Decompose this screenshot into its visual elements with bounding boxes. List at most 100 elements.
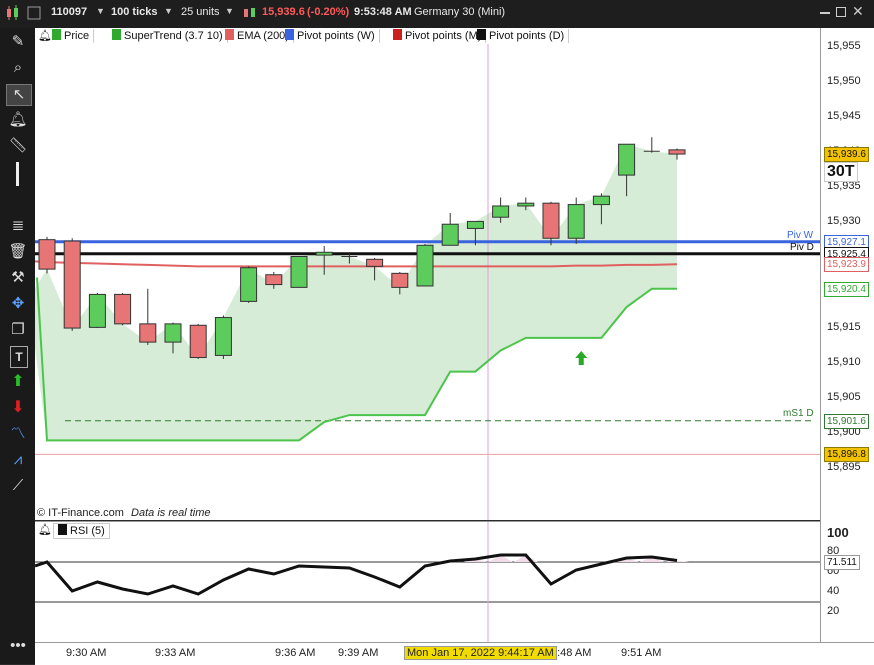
tools-icon[interactable]: ⚒ — [6, 268, 30, 288]
legend-label: Pivot points (D) — [489, 30, 565, 42]
candle-body — [492, 205, 510, 218]
legend-item[interactable]: Pivot points (W) — [285, 29, 380, 43]
supertrend-fill — [35, 144, 677, 441]
text-icon[interactable]: T — [10, 346, 28, 368]
candle — [567, 197, 585, 244]
candle — [240, 266, 258, 303]
legend-label: EMA (200) — [237, 30, 289, 42]
price-change: (-0.20%) — [307, 6, 350, 18]
rsi-swatch — [58, 524, 67, 535]
candle — [88, 292, 106, 329]
arrow-up-icon[interactable]: ⬆ — [6, 372, 30, 392]
time-tick: 9:51 AM — [621, 647, 662, 659]
time-tick: 9:33 AM — [155, 647, 196, 659]
s1-daily-label: mS1 D — [783, 408, 814, 419]
chart-type-icon[interactable] — [6, 5, 20, 21]
price-tick: 15,905 — [827, 390, 861, 403]
watermark: © IT-Finance.com Data is real time — [37, 507, 211, 519]
toolbar-divider — [16, 162, 19, 186]
rsi-label: RSI (5) — [70, 525, 105, 537]
candle-body — [164, 323, 182, 343]
rsi-tick: 40 — [827, 585, 840, 597]
candle-body — [265, 274, 283, 286]
alert-icon[interactable]: 🔔︎ — [6, 110, 30, 130]
candle — [441, 212, 459, 246]
chevron-down-icon[interactable]: ▼ — [96, 6, 105, 16]
channel-icon[interactable]: ⩘ — [6, 450, 30, 470]
buy-signal-arrow-icon — [575, 350, 588, 365]
price-tag: 15,920.4 — [824, 281, 869, 297]
sync-icon[interactable] — [27, 6, 41, 20]
candle-body — [214, 317, 232, 356]
legend-item[interactable]: EMA (200) — [225, 29, 294, 43]
trash-icon[interactable]: 🗑︎ — [6, 242, 30, 262]
rsi-canvas[interactable] — [34, 522, 820, 643]
instrument-code[interactable]: 110097 — [51, 6, 87, 18]
candle — [114, 292, 132, 326]
candle-body — [441, 223, 459, 246]
candle-body — [391, 272, 409, 288]
legend-swatch — [285, 29, 294, 40]
copy-icon[interactable]: ❐ — [6, 320, 30, 340]
pivot-weekly-label: Piv W — [787, 230, 814, 241]
rsi-legend: RSI (5) — [53, 523, 110, 539]
fibonacci-icon[interactable]: ≣ — [6, 216, 30, 236]
price-tick: 15,945 — [827, 110, 861, 123]
candle-body — [290, 256, 308, 288]
rsi-value-tag: 71.511 — [824, 555, 860, 570]
legend-label: Pivot points (W) — [297, 30, 375, 42]
chevron-down-icon[interactable]: ▼ — [164, 6, 173, 16]
more-icon[interactable]: ••• — [6, 636, 30, 656]
ruler-icon[interactable]: 📏︎ — [6, 136, 30, 156]
trendline-icon[interactable]: 〽 — [6, 424, 30, 444]
price-direction-icon — [243, 5, 257, 24]
pivot-daily-label: Piv D — [790, 242, 814, 253]
maximize-icon[interactable] — [836, 7, 846, 17]
price-tag: 15,939.6 — [824, 147, 869, 163]
watermark-note: Data is real time — [131, 507, 211, 519]
indicator-legend: 🔔︎ Price SuperTrend (3.7 10) EMA (200) Pivo… — [35, 28, 820, 45]
candle — [416, 243, 434, 287]
rsi-panel[interactable]: 🔔︎ RSI (5) — [34, 521, 820, 643]
legend-item[interactable]: Pivot points (M) — [393, 29, 487, 43]
candle — [290, 256, 308, 288]
minimize-icon[interactable] — [820, 12, 830, 14]
candle-body — [416, 244, 434, 287]
cursor-time-label: Mon Jan 17, 2022 9:44:17 AM — [404, 646, 557, 660]
legend-swatch — [112, 29, 121, 40]
candle-body — [618, 143, 636, 176]
instrument-name: Germany 30 (Mini) — [414, 6, 506, 18]
units-select[interactable]: 25 units — [181, 6, 220, 18]
rsi-tick: 20 — [827, 605, 840, 617]
time-tick: 9:48 AM — [551, 647, 592, 659]
chevron-down-icon[interactable]: ▼ — [225, 6, 234, 16]
watermark-source: © IT-Finance.com — [37, 507, 124, 519]
price-chart[interactable]: Piv W Piv D mS1 D © IT-Finance.com Data … — [34, 44, 820, 520]
price-chart-canvas[interactable] — [34, 44, 820, 520]
legend-item[interactable]: Price — [52, 29, 95, 43]
price-axis[interactable]: 15,95515,95015,94515,94015,93515,93015,9… — [820, 28, 874, 642]
legend-item[interactable]: SuperTrend (3.7 10) — [112, 29, 228, 43]
price-tag: 15,896.8 — [824, 447, 869, 463]
zoom-icon[interactable]: ⌕ — [6, 58, 30, 78]
arrow-down-icon[interactable]: ⬇ — [6, 398, 30, 418]
bell-icon[interactable]: 🔔︎ — [38, 29, 52, 42]
candle — [189, 323, 207, 359]
rsi-bell-icon[interactable]: 🔔︎ — [38, 523, 52, 536]
pencil-icon[interactable]: ✎ — [6, 32, 30, 52]
candle-body — [63, 240, 81, 329]
cursor-icon[interactable]: ↖ — [6, 84, 32, 106]
rsi-tick: 100 — [827, 525, 849, 540]
legend-item[interactable]: Pivot points (D) — [477, 29, 570, 43]
close-icon[interactable]: ✕ — [852, 3, 864, 20]
candle-body — [517, 202, 535, 207]
candle — [214, 315, 232, 359]
line-tool-icon[interactable]: ⟋ — [6, 476, 30, 496]
tick-interval-select[interactable]: 100 ticks — [111, 6, 157, 18]
candle-body — [466, 220, 484, 229]
move-icon[interactable]: ✥ — [6, 294, 30, 314]
price-tick: 15,950 — [827, 75, 861, 88]
time-axis[interactable]: 9:30 AM 9:33 AM 9:36 AM 9:39 AM 9:48 AM 9:51 … — [35, 642, 874, 665]
candle-body — [542, 202, 560, 239]
time-tick: 9:36 AM — [275, 647, 316, 659]
